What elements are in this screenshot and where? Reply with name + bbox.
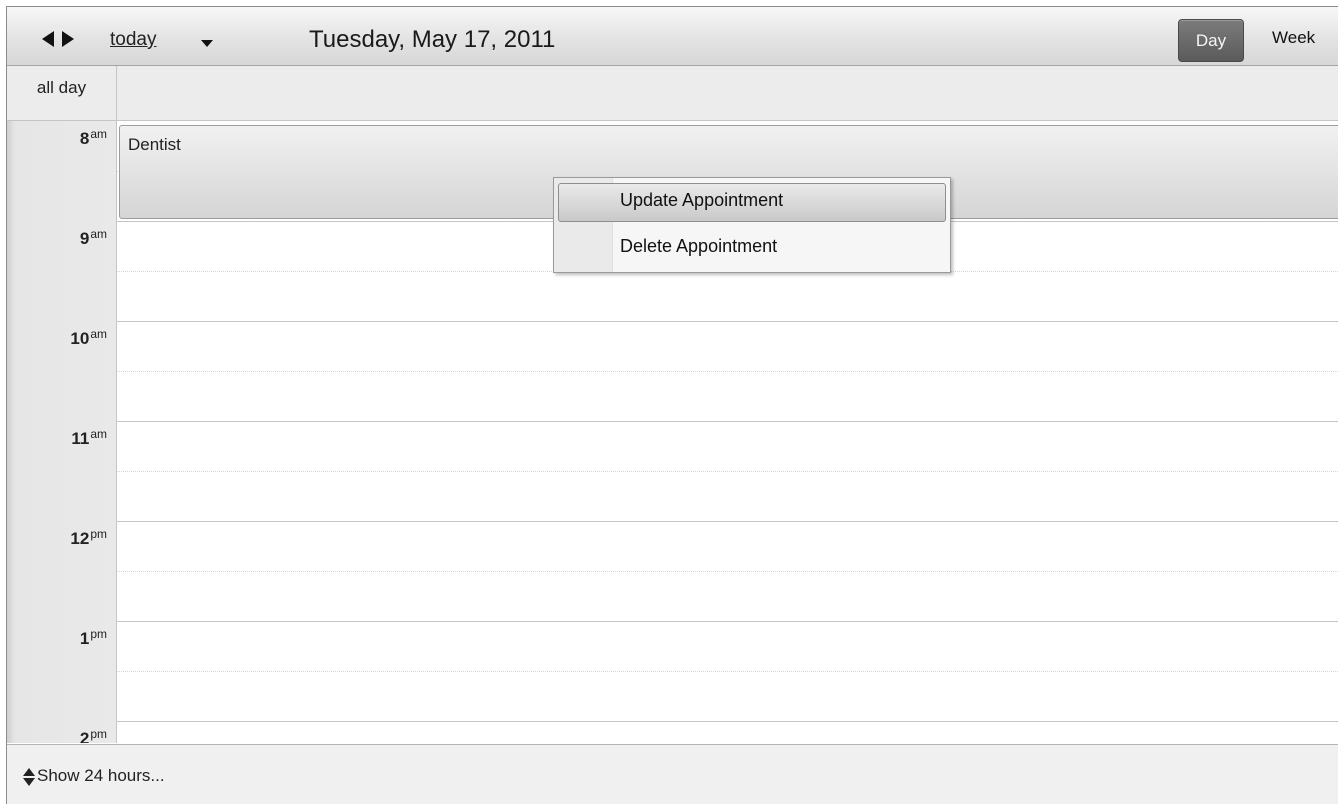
hour-row[interactable]: 11am bbox=[7, 421, 1338, 521]
hour-label: 9am bbox=[79, 227, 107, 248]
hour-line bbox=[117, 521, 1338, 522]
calendar-footer: Show 24 hours... bbox=[7, 744, 1338, 804]
hour-line bbox=[117, 321, 1338, 322]
chevron-left-icon[interactable] bbox=[42, 31, 54, 47]
hour-label: 11am bbox=[71, 427, 107, 448]
hour-row[interactable]: 1pm bbox=[7, 621, 1338, 721]
context-menu: Update Appointment Delete Appointment bbox=[553, 177, 951, 273]
menu-item-delete-appointment[interactable]: Delete Appointment bbox=[554, 226, 950, 266]
menu-item-label: Delete Appointment bbox=[620, 236, 778, 256]
date-title: Tuesday, May 17, 2011 bbox=[309, 26, 556, 53]
hour-label: 10am bbox=[70, 327, 107, 348]
menu-item-update-appointment[interactable]: Update Appointment bbox=[554, 180, 950, 222]
hour-label: 1pm bbox=[79, 627, 107, 648]
half-hour-line bbox=[117, 371, 1338, 372]
hour-row[interactable]: 2pm bbox=[7, 721, 1338, 743]
today-link[interactable]: today bbox=[110, 29, 156, 51]
half-hour-line bbox=[117, 671, 1338, 672]
chevron-right-icon[interactable] bbox=[62, 31, 74, 47]
view-week-button[interactable]: Week bbox=[1272, 28, 1315, 48]
view-day-button[interactable]: Day bbox=[1178, 19, 1244, 62]
menu-item-label: Update Appointment bbox=[620, 190, 784, 210]
calendar-toolbar: today Tuesday, May 17, 2011 Day Week bbox=[7, 7, 1338, 66]
show-24-hours-link[interactable]: Show 24 hours... bbox=[37, 766, 165, 786]
all-day-row[interactable]: all day bbox=[7, 66, 1338, 121]
hour-label: 8am bbox=[79, 127, 107, 148]
hour-line bbox=[117, 721, 1338, 722]
expand-icon[interactable] bbox=[23, 768, 35, 786]
half-hour-line bbox=[117, 571, 1338, 572]
event-title: Dentist bbox=[128, 135, 181, 154]
hour-label: 2pm bbox=[79, 727, 107, 743]
dropdown-arrow-icon[interactable] bbox=[201, 40, 213, 47]
hour-row[interactable]: 12pm bbox=[7, 521, 1338, 621]
half-hour-line bbox=[117, 471, 1338, 472]
all-day-label: all day bbox=[7, 66, 117, 120]
hour-label: 12pm bbox=[70, 527, 107, 548]
hour-line bbox=[117, 421, 1338, 422]
hour-row[interactable]: 10am bbox=[7, 321, 1338, 421]
hour-line bbox=[117, 621, 1338, 622]
